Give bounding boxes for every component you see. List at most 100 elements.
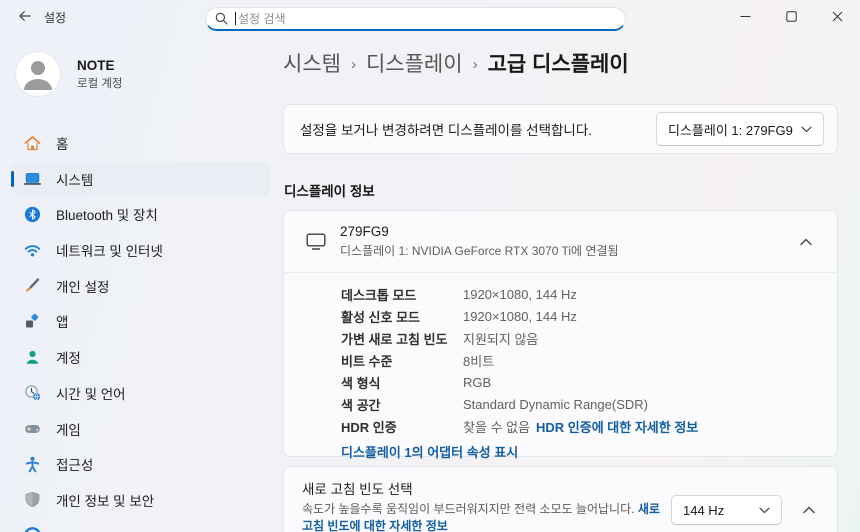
collapse-display-info-button[interactable] (791, 227, 821, 257)
chevron-up-icon (803, 506, 815, 514)
detail-label: 가변 새로 고침 빈도 (341, 327, 463, 349)
chevron-right-icon: › (351, 54, 356, 73)
apps-icon (24, 313, 41, 330)
detail-value: RGB (463, 371, 821, 393)
sidebar-item-label: 앱 (56, 311, 68, 331)
chevron-right-icon: › (473, 54, 478, 73)
detail-value: 지원되지 않음 (463, 327, 821, 349)
hdr-certification-link[interactable]: HDR 인증에 대한 자세한 정보 (536, 417, 698, 436)
detail-label: 활성 신호 모드 (341, 305, 463, 327)
sidebar-item-bluetooth-devices[interactable]: Bluetooth 및 장치 (11, 197, 269, 231)
breadcrumb-system[interactable]: 시스템 (283, 48, 341, 78)
bluetooth-icon (24, 206, 41, 223)
sidebar-item-label: 개인 정보 및 보안 (56, 490, 154, 510)
titlebar: 설정 (0, 0, 860, 32)
chevron-up-icon (800, 238, 812, 246)
detail-value: 1920×1080, 144 Hz (463, 283, 821, 305)
user-name: NOTE (77, 58, 123, 73)
sidebar-item-personalization[interactable]: 개인 설정 (11, 269, 269, 303)
app-title: 설정 (44, 9, 66, 26)
search-icon (215, 12, 228, 25)
detail-label: 데스크톱 모드 (341, 283, 463, 305)
sidebar-item-label: Bluetooth 및 장치 (56, 204, 158, 224)
sidebar-item-windows-update[interactable] (11, 519, 269, 532)
detail-value: Standard Dynamic Range(SDR) (463, 393, 821, 415)
sidebar-item-privacy-security[interactable]: 개인 정보 및 보안 (11, 483, 269, 517)
person-icon (24, 349, 41, 366)
sidebar-item-label: 게임 (56, 419, 81, 439)
monitor-icon (306, 232, 326, 251)
sidebar-item-label: 계정 (56, 347, 81, 367)
avatar (16, 52, 60, 96)
display-info-details: 데스크톱 모드 1920×1080, 144 Hz 활성 신호 모드 1920×… (284, 273, 837, 462)
search-box[interactable] (205, 7, 626, 31)
paintbrush-icon (24, 277, 41, 294)
maximize-button[interactable] (768, 0, 814, 32)
refresh-rate-description: 속도가 높을수록 움직임이 부드러워지지만 전력 소모도 늘어납니다. 새로 고… (302, 501, 671, 532)
select-display-card: 설정을 보거나 변경하려면 디스플레이를 선택합니다. 디스플레이 1: 279… (283, 104, 838, 154)
sidebar-item-network-internet[interactable]: 네트워크 및 인터넷 (11, 233, 269, 267)
sidebar-nav: 홈 시스템 Bluetooth 및 장치 네트워크 및 인터넷 개인 설정 (0, 126, 280, 532)
sidebar-item-label: 접근성 (56, 454, 93, 474)
refresh-rate-title: 새로 고침 빈도 선택 (302, 478, 671, 498)
sidebar-item-time-language[interactable]: 시간 및 언어 (11, 376, 269, 410)
sidebar-item-label: 시스템 (56, 169, 93, 189)
section-title-display-info: 디스플레이 정보 (284, 180, 375, 200)
display-info-header[interactable]: 279FG9 디스플레이 1: NVIDIA GeForce RTX 3070 … (284, 211, 837, 273)
sidebar-item-label: 홈 (56, 133, 68, 153)
refresh-rate-dropdown[interactable]: 144 Hz (671, 495, 782, 525)
display-info-card: 279FG9 디스플레이 1: NVIDIA GeForce RTX 3070 … (283, 210, 838, 457)
sidebar-item-label: 시간 및 언어 (56, 383, 126, 403)
clock-globe-icon (24, 384, 41, 401)
display-name: 279FG9 (340, 224, 791, 239)
sidebar: NOTE 로컬 계정 홈 시스템 Bluetooth 및 장치 (0, 40, 280, 532)
close-icon (832, 11, 843, 22)
back-button[interactable] (10, 2, 40, 30)
collapse-refresh-rate-button[interactable] (794, 495, 824, 525)
chevron-down-icon (801, 126, 812, 133)
breadcrumb-display[interactable]: 디스플레이 (366, 48, 463, 78)
minimize-button[interactable] (722, 0, 768, 32)
sidebar-item-home[interactable]: 홈 (11, 126, 269, 160)
gamepad-icon (24, 420, 41, 437)
wifi-icon (24, 242, 41, 259)
detail-label: 비트 수준 (341, 349, 463, 371)
chevron-down-icon (759, 507, 770, 514)
minimize-icon (740, 11, 751, 22)
breadcrumb: 시스템 › 디스플레이 › 고급 디스플레이 (283, 48, 629, 78)
detail-value: 1920×1080, 144 Hz (463, 305, 821, 327)
user-account-type: 로컬 계정 (77, 75, 123, 91)
home-icon (24, 135, 41, 152)
back-icon (17, 8, 33, 24)
display-select-value: 디스플레이 1: 279FG9 (668, 120, 793, 139)
detail-value: 8비트 (463, 349, 821, 371)
select-display-label: 설정을 보거나 변경하려면 디스플레이를 선택합니다. (300, 119, 592, 139)
refresh-rate-value: 144 Hz (683, 503, 724, 518)
sidebar-item-system[interactable]: 시스템 (11, 162, 269, 196)
adapter-properties-link[interactable]: 디스플레이 1의 어댑터 속성 표시 (341, 442, 518, 461)
window-controls (722, 0, 860, 32)
detail-value: 찾을 수 없음 HDR 인증에 대한 자세한 정보 (463, 415, 821, 437)
system-icon (24, 170, 41, 187)
maximize-icon (786, 11, 797, 22)
detail-label: 색 형식 (341, 371, 463, 393)
detail-label: HDR 인증 (341, 415, 463, 437)
display-connection-info: 디스플레이 1: NVIDIA GeForce RTX 3070 Ti에 연결됨 (340, 242, 791, 259)
sidebar-item-accessibility[interactable]: 접근성 (11, 447, 269, 481)
refresh-rate-card: 새로 고침 빈도 선택 속도가 높을수록 움직임이 부드러워지지만 전력 소모도… (283, 466, 838, 532)
sidebar-item-label: 네트워크 및 인터넷 (56, 240, 163, 260)
sidebar-item-accounts[interactable]: 계정 (11, 340, 269, 374)
page-title: 고급 디스플레이 (488, 48, 629, 78)
sidebar-item-gaming[interactable]: 게임 (11, 412, 269, 446)
sidebar-item-apps[interactable]: 앱 (11, 304, 269, 338)
user-account[interactable]: NOTE 로컬 계정 (16, 52, 123, 96)
detail-label: 색 공간 (341, 393, 463, 415)
sidebar-item-label: 개인 설정 (56, 276, 109, 296)
text-caret (235, 12, 236, 25)
windows-update-icon (24, 527, 41, 532)
display-select-dropdown[interactable]: 디스플레이 1: 279FG9 (656, 112, 824, 146)
close-button[interactable] (814, 0, 860, 32)
accessibility-icon (24, 456, 41, 473)
search-input[interactable] (238, 12, 616, 26)
shield-icon (24, 491, 41, 508)
